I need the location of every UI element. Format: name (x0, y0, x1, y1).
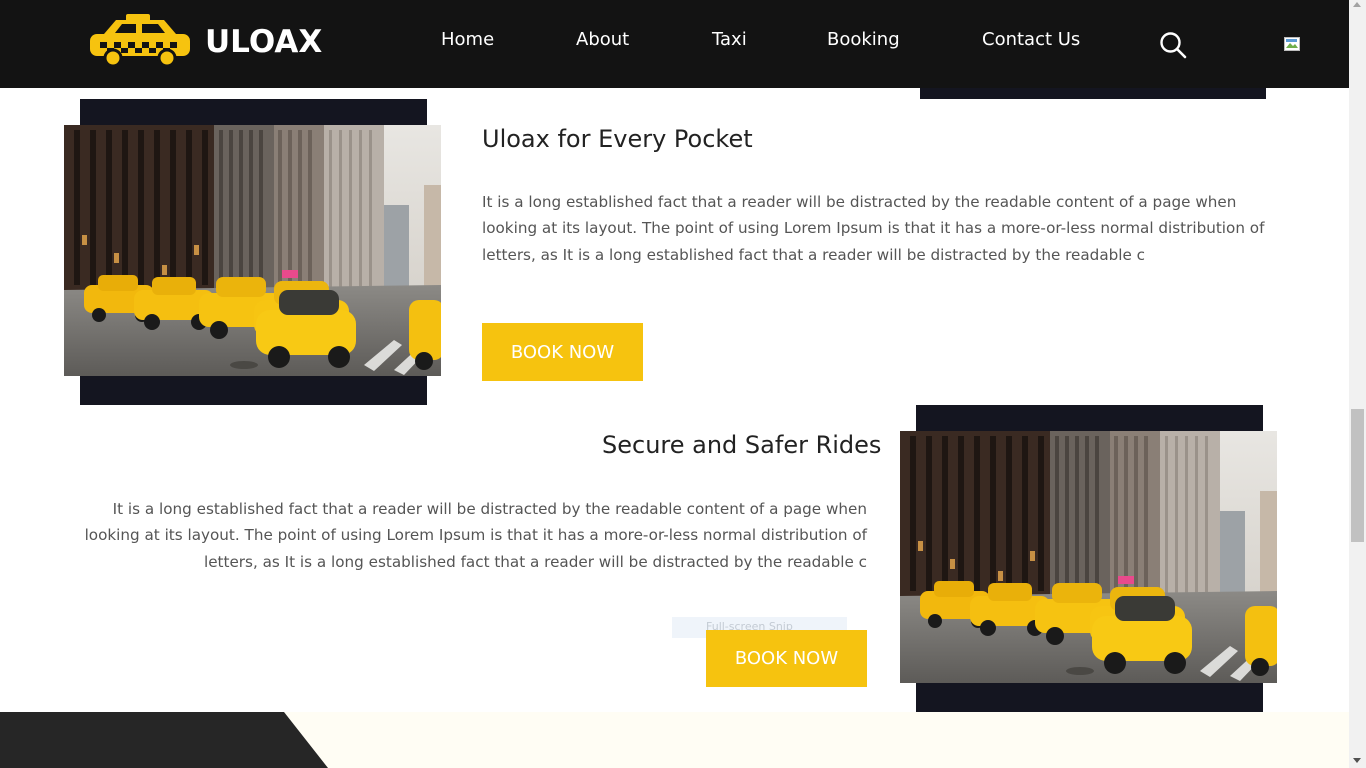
book-now-button-2[interactable]: BOOK NOW (706, 630, 867, 687)
section-text-every-pocket: It is a long established fact that a rea… (482, 193, 1265, 264)
broken-image-icon[interactable] (1284, 37, 1302, 53)
nav-about[interactable]: About (576, 29, 629, 50)
brand-name: ULOAX (205, 24, 323, 60)
section-title-every-pocket: Uloax for Every Pocket (482, 125, 753, 153)
nav-booking[interactable]: Booking (827, 29, 900, 50)
search-icon[interactable] (1158, 30, 1188, 60)
scroll-down-arrow-icon[interactable] (1353, 758, 1361, 763)
logo[interactable]: ULOAX (88, 8, 328, 72)
footer-dark-shape (0, 712, 328, 768)
scrollbar-thumb[interactable] (1351, 409, 1364, 542)
nav-contact-us[interactable]: Contact Us (982, 29, 1080, 50)
image-frame-top-remnant (920, 88, 1266, 99)
taxi-street-image (900, 431, 1277, 683)
vertical-scrollbar[interactable] (1349, 0, 1366, 768)
taxi-logo-icon (90, 14, 190, 68)
taxi-street-photo-1 (64, 125, 441, 376)
section-title-secure-rides: Secure and Safer Rides (602, 431, 882, 459)
site-header: ULOAX Home About Taxi Booking Contact Us (0, 0, 1349, 88)
taxi-street-photo-2 (900, 431, 1277, 683)
section-text-secure-rides: It is a long established fact that a rea… (84, 500, 867, 571)
nav-home[interactable]: Home (441, 29, 494, 50)
page: Uloax for Every Pocket It is a long esta… (0, 0, 1366, 768)
nav-taxi[interactable]: Taxi (712, 29, 747, 50)
taxi-street-image (64, 125, 441, 376)
book-now-button-1[interactable]: BOOK NOW (482, 323, 643, 381)
scroll-up-arrow-icon[interactable] (1353, 2, 1361, 7)
